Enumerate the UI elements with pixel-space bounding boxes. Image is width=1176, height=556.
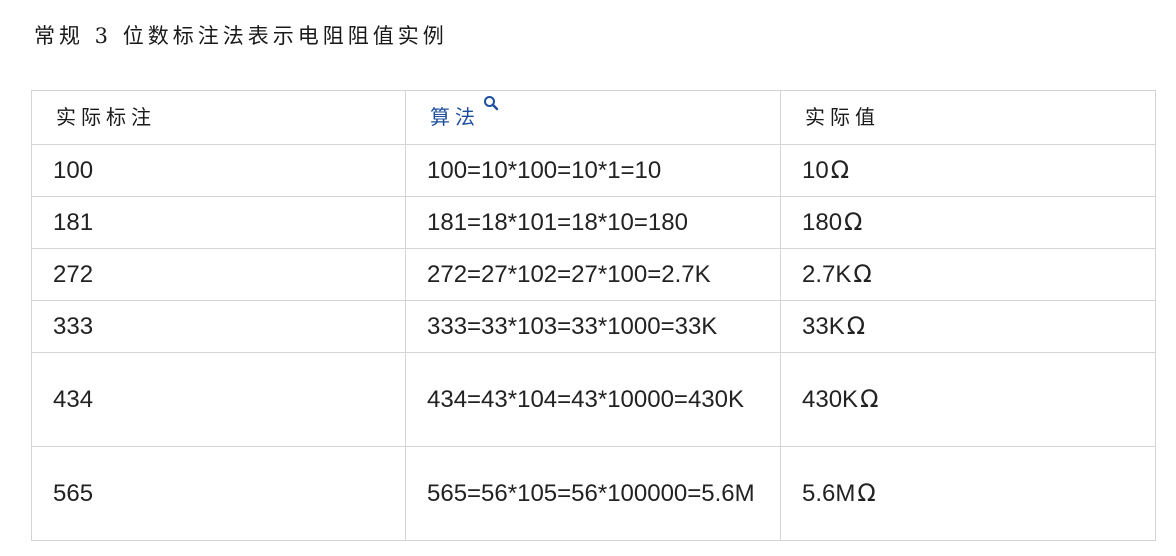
table-row: 434 434=43*104=43*10000=430K 430KΩ <box>31 352 1156 447</box>
algorithm-cell: 434=43*104=43*10000=430K <box>405 352 781 447</box>
header-actual-marking: 实际标注 <box>31 90 406 145</box>
value-text: 180 <box>802 209 843 236</box>
ohm-symbol: Ω <box>844 208 863 236</box>
value-cell: 430KΩ <box>780 352 1156 447</box>
marking-cell: 333 <box>31 300 406 353</box>
table-row: 181 181=18*101=18*10=180 180Ω <box>31 196 1156 249</box>
page-title: 常规 3 位数标注法表示电阻阻值实例 <box>34 24 448 48</box>
search-icon[interactable] <box>483 95 499 111</box>
value-cell: 2.7KΩ <box>780 248 1156 301</box>
header-actual-value: 实际值 <box>780 90 1156 145</box>
algorithm-cell: 100=10*100=10*1=10 <box>405 144 781 197</box>
ohm-symbol: Ω <box>857 479 876 507</box>
value-text: 2.7K <box>802 261 852 288</box>
table-row: 272 272=27*102=27*100=2.7K 2.7KΩ <box>31 248 1156 301</box>
table-row: 100 100=10*100=10*1=10 10Ω <box>31 144 1156 197</box>
value-cell: 5.6MΩ <box>780 446 1156 541</box>
value-cell: 180Ω <box>780 196 1156 249</box>
value-cell: 33KΩ <box>780 300 1156 353</box>
resistor-value-table: 实际标注 算法 实际值 100 100=10*100=10*1=10 10Ω 1… <box>31 90 1156 541</box>
table-row: 333 333=33*103=33*1000=33K 33KΩ <box>31 300 1156 353</box>
marking-cell: 565 <box>31 446 406 541</box>
table-row: 565 565=56*105=56*100000=5.6M 5.6MΩ <box>31 446 1156 541</box>
algorithm-cell: 333=33*103=33*1000=33K <box>405 300 781 353</box>
value-cell: 10Ω <box>780 144 1156 197</box>
ohm-symbol: Ω <box>853 260 872 288</box>
algorithm-cell: 565=56*105=56*100000=5.6M <box>405 446 781 541</box>
algorithm-link[interactable]: 算法 <box>430 105 480 129</box>
table-header-row: 实际标注 算法 实际值 <box>31 90 1156 145</box>
value-text: 5.6M <box>802 480 856 507</box>
ohm-symbol: Ω <box>830 156 850 184</box>
ohm-symbol: Ω <box>846 312 866 340</box>
header-algorithm[interactable]: 算法 <box>405 90 781 145</box>
algorithm-cell: 181=18*101=18*10=180 <box>405 196 781 249</box>
algorithm-cell: 272=27*102=27*100=2.7K <box>405 248 781 301</box>
marking-cell: 100 <box>31 144 406 197</box>
marking-cell: 181 <box>31 196 406 249</box>
value-text: 430K <box>802 386 859 413</box>
ohm-symbol: Ω <box>860 385 879 413</box>
value-text: 33K <box>802 313 845 340</box>
marking-cell: 272 <box>31 248 406 301</box>
marking-cell: 434 <box>31 352 406 447</box>
value-text: 10 <box>802 157 829 184</box>
